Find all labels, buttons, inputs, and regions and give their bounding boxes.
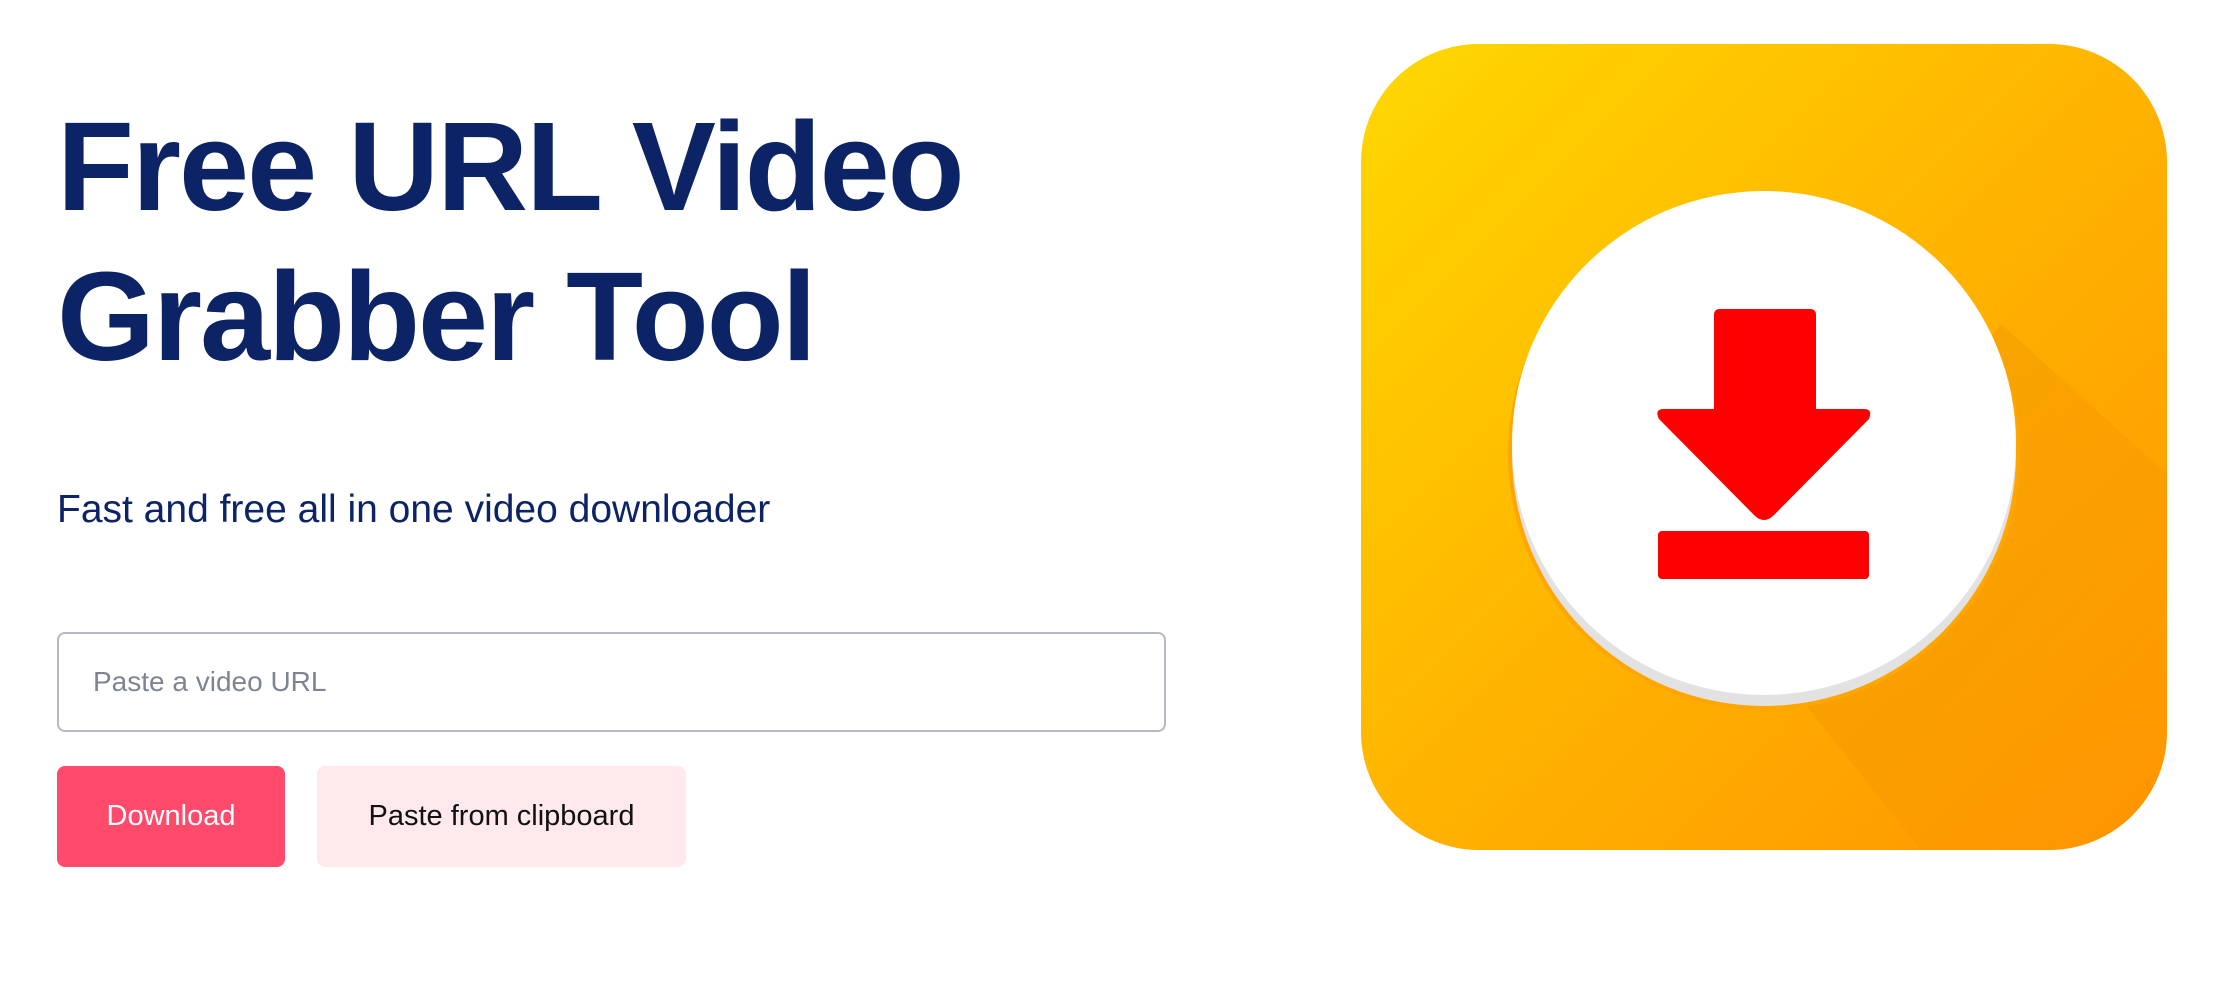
page-title: Free URL Video Grabber Tool — [57, 96, 965, 387]
paste-from-clipboard-button[interactable]: Paste from clipboard — [317, 766, 686, 867]
download-button[interactable]: Download — [57, 766, 285, 867]
download-arrow-icon — [1361, 44, 2167, 850]
hero-section: Free URL Video Grabber Tool Fast and fre… — [57, 0, 1177, 984]
page-subtitle: Fast and free all in one video downloade… — [57, 488, 771, 531]
download-app-icon — [1361, 44, 2167, 850]
video-url-input[interactable] — [57, 632, 1166, 732]
